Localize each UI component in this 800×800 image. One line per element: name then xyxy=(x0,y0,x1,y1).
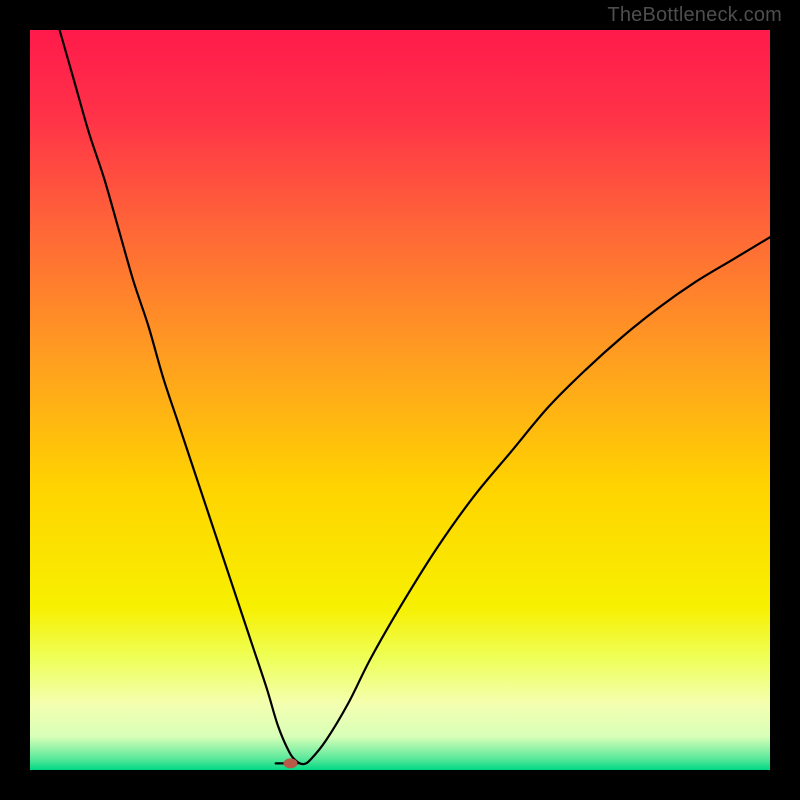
gradient-background xyxy=(30,30,770,770)
optimal-marker xyxy=(283,758,297,768)
chart-frame: TheBottleneck.com xyxy=(0,0,800,800)
watermark-text: TheBottleneck.com xyxy=(607,4,782,27)
plot-area xyxy=(30,30,770,770)
chart-svg xyxy=(30,30,770,770)
